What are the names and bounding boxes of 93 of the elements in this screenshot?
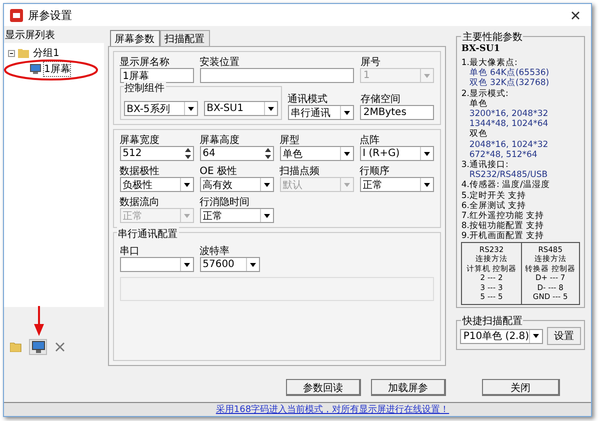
- spin-field[interactable]: 512: [120, 146, 194, 161]
- spec-line: 单色: [468, 98, 488, 110]
- spec-line: 5.定时开关 支持: [461, 190, 528, 201]
- spec-line: 672*48, 512*64: [468, 150, 538, 160]
- spec-line: 3200*16, 2048*32: [468, 109, 550, 120]
- group-title: 主要性能参数: [461, 30, 524, 44]
- field-label: 串口: [120, 244, 141, 256]
- dropdown-arrow-icon: [424, 74, 430, 78]
- tree-item[interactable]: 1屏幕: [44, 62, 70, 76]
- field-label: 行消隐时间: [200, 196, 251, 207]
- field-label: 屏号: [360, 56, 382, 67]
- settings-button[interactable]: 设置: [547, 327, 581, 345]
- panel-title: 显示屏列表: [4, 28, 56, 43]
- spec-line: 2.显示模式:: [461, 88, 510, 99]
- model-name: BX-SU1: [461, 44, 501, 54]
- field-label: 安装位置: [200, 56, 241, 67]
- tab[interactable]: 屏幕参数: [110, 30, 160, 46]
- arrow-annotation: [34, 306, 44, 336]
- spec-line: 1344*48, 1024*64: [468, 119, 550, 130]
- dropdown[interactable]: 串行通讯: [288, 105, 354, 120]
- dropdown-arrow-icon: [184, 214, 190, 218]
- status-link[interactable]: 采用168字码进入当前模式，对所有显示屏进行在线设置！: [146, 403, 450, 416]
- group-title: 控制组件: [124, 81, 166, 95]
- spec-line: RS232/RS485/USB: [468, 170, 548, 180]
- close-icon: [55, 342, 65, 352]
- spec-line: 单色 64K点(65536): [468, 68, 550, 78]
- dropdown-arrow-icon: [188, 106, 194, 110]
- field-label: 数据流向: [120, 196, 161, 207]
- spec-line: 4.传感器: 温度/温湿度: [461, 180, 551, 190]
- dropdown[interactable]: 正常: [360, 177, 434, 192]
- action-button[interactable]: 参数回读: [286, 379, 361, 396]
- group-title: 串行通讯配置: [116, 227, 179, 241]
- close-button[interactable]: 关闭: [482, 379, 560, 396]
- folder-icon: [10, 342, 22, 352]
- field-label: 点阵: [360, 134, 381, 145]
- text-field[interactable]: 1屏幕: [120, 68, 194, 83]
- dropdown-arrow-icon: [344, 152, 350, 156]
- field-label: 屏型: [280, 134, 301, 145]
- spec-line: 6.全屏测试 支持: [461, 200, 528, 211]
- add-screen-button[interactable]: [29, 339, 47, 355]
- spec-line: 双色 32K点(32768): [468, 78, 550, 89]
- field-label: OE 极性: [200, 164, 238, 176]
- field-label: 屏幕宽度: [120, 134, 161, 145]
- field-label: 通讯模式: [288, 92, 329, 104]
- dropdown[interactable]: 57600: [200, 257, 260, 272]
- dropdown[interactable]: 单色: [280, 146, 354, 161]
- dropdown[interactable]: I (R+G): [360, 146, 434, 161]
- field-label: 存储空间: [360, 92, 402, 104]
- spin-arrows-icon: [184, 148, 191, 159]
- spec-line: 9.开机画面配置 支持: [461, 231, 546, 242]
- field-label: 数据极性: [120, 164, 161, 176]
- app-icon: [10, 8, 23, 22]
- dropdown-arrow-icon: [184, 262, 190, 266]
- spec-line: 7.红外遥控功能 支持: [461, 211, 546, 222]
- spec-line: 1.最大像素点:: [461, 58, 518, 68]
- dropdown-arrow-icon: [264, 182, 270, 186]
- field-label: 扫描点频: [280, 164, 321, 176]
- field-label: 屏幕高度: [200, 134, 241, 145]
- dropdown-arrow-icon: [184, 182, 190, 186]
- group-title: 快捷扫描配置: [461, 314, 524, 328]
- spec-line: 2048*16, 1024*32: [468, 140, 550, 150]
- dropdown[interactable]: [120, 257, 194, 272]
- dropdown[interactable]: BX-5系列: [124, 101, 198, 116]
- dropdown-arrow-icon: [533, 334, 539, 338]
- dropdown-arrow-icon: [344, 110, 350, 114]
- dropdown[interactable]: 负极性: [120, 177, 194, 192]
- dropdown[interactable]: 正常: [200, 208, 274, 223]
- spin-field[interactable]: 64: [200, 146, 274, 161]
- monitor-icon: [32, 341, 44, 353]
- dropdown-arrow-icon: [264, 214, 270, 218]
- spec-line: 3.通讯接口:: [461, 160, 510, 170]
- dropdown-arrow-icon: [424, 182, 430, 186]
- dropdown-arrow-icon: [268, 106, 274, 110]
- window-title: 屏参设置: [28, 8, 72, 22]
- field-label: 行顺序: [360, 164, 391, 176]
- screen-icon: [30, 64, 41, 74]
- tree-item[interactable]: 分组1: [33, 46, 60, 60]
- dropdown-arrow-icon: [344, 182, 350, 186]
- text-field[interactable]: [200, 68, 354, 83]
- tab[interactable]: 扫描配置: [160, 30, 210, 46]
- dropdown-arrow-icon: [250, 262, 256, 266]
- dropdown-arrow-icon: [424, 152, 430, 156]
- dropdown[interactable]: BX-SU1: [204, 101, 278, 116]
- dropdown[interactable]: P10单色 (2.8): [460, 328, 543, 344]
- text-field[interactable]: 2MBytes: [360, 105, 434, 120]
- field-label: 显示屏名称: [120, 56, 171, 67]
- spin-arrows-icon: [264, 148, 271, 159]
- folder-icon: [18, 48, 30, 58]
- spec-line: 双色: [468, 129, 488, 140]
- dropdown[interactable]: 高有效: [200, 177, 274, 192]
- spec-line: 8.按钮功能配置 支持: [461, 221, 546, 232]
- action-button[interactable]: 加载屏参: [371, 379, 446, 396]
- field-label: 波特率: [200, 244, 231, 256]
